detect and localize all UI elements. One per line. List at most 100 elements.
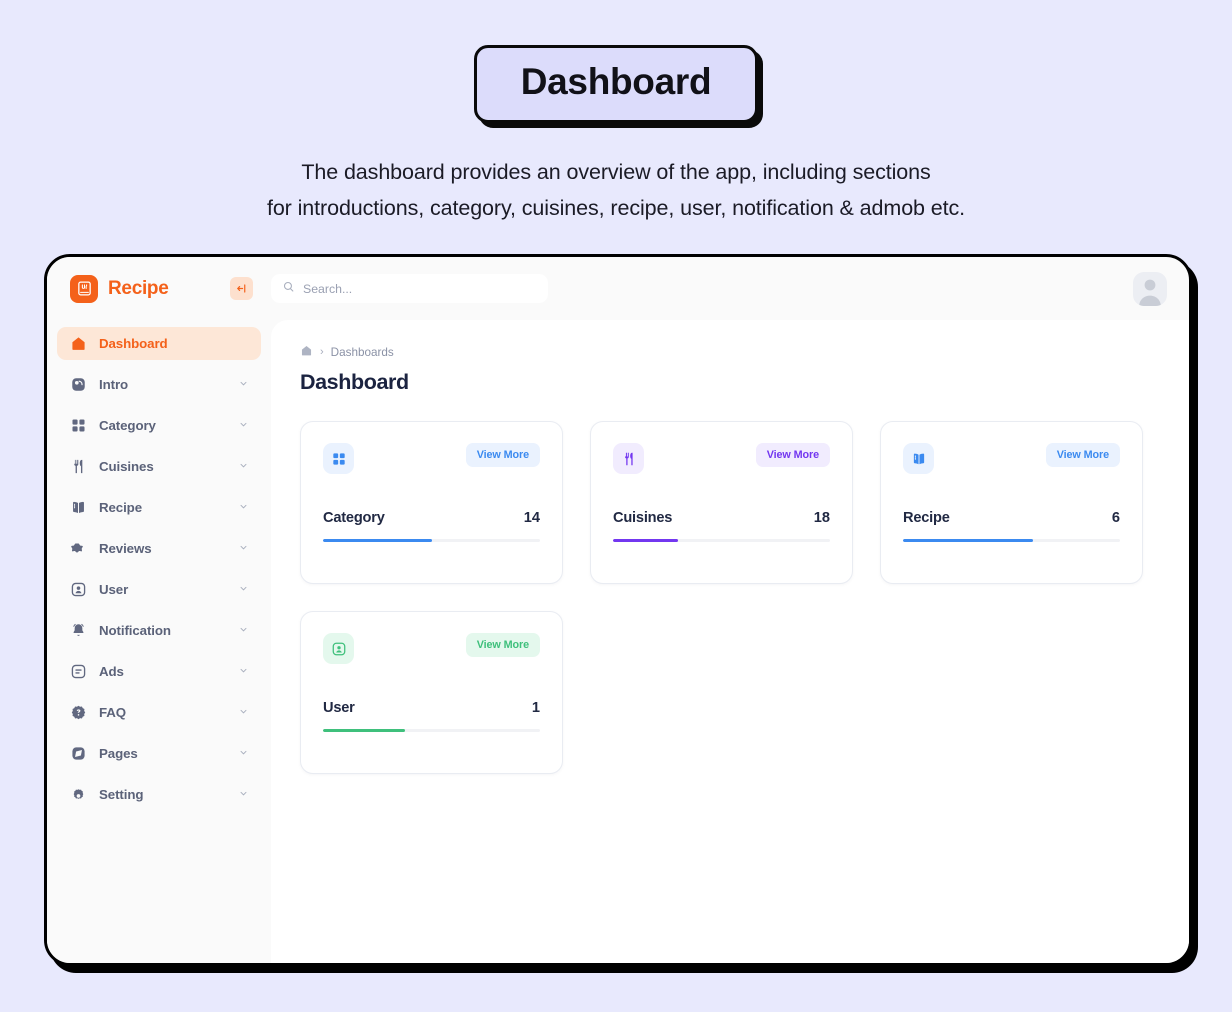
chevron-down-icon [240,422,247,427]
sidebar-item-label: Recipe [99,500,143,515]
chevron-down-icon[interactable] [238,664,249,679]
breadcrumb-current[interactable]: Dashboards [331,346,394,359]
chevron-down-icon[interactable] [238,623,249,638]
chevron-down-icon[interactable] [238,418,249,433]
chevron-down-icon[interactable] [238,459,249,474]
stat-card-progress-track [613,539,830,543]
page-title-badge: Dashboard [473,45,759,123]
sidebar-item-label: Setting [99,787,144,802]
sidebar-nav: Dashboard Intro Category Cuisines Recipe Revi… [57,327,261,819]
chevron-down-icon[interactable] [238,377,249,392]
stat-card-label: Cuisines [613,510,673,526]
sidebar-item-intro[interactable]: Intro [57,368,261,401]
chevron-down-icon [240,627,247,632]
sidebar-item-label: User [99,582,129,597]
stat-card-grid: View More Category 14 View More Cuisines 18 Vi… [300,421,1167,774]
sidebar-item-label: Ads [99,664,124,679]
sidebar-brand[interactable]: Recipe [57,257,261,320]
stat-card-row: Recipe 6 [903,510,1120,526]
search-icon [282,280,295,298]
sidebar-item-label: Cuisines [99,459,154,474]
page-subtitle: The dashboard provides an overview of th… [0,154,1232,226]
user-card-icon [323,633,354,664]
cutlery-icon [74,459,83,474]
sidebar-item-label: Intro [99,377,129,392]
gear-icon [70,786,87,803]
chevron-down-icon [240,791,247,796]
sidebar-item-category[interactable]: Category [57,409,261,442]
sidebar-item-notification[interactable]: Notification [57,614,261,647]
stat-card-header: View More [323,633,540,664]
chevron-down-icon[interactable] [238,705,249,720]
stat-card-user: View More User 1 [300,611,563,774]
stat-card-category: View More Category 14 [300,421,563,584]
user-icon [71,582,86,597]
cutlery-icon [624,452,633,465]
chevron-down-icon [240,381,247,386]
sidebar-item-label: FAQ [99,705,127,720]
sidebar-item-cuisines[interactable]: Cuisines [57,450,261,483]
stat-card-label: User [323,700,355,716]
stat-card-row: Cuisines 18 [613,510,830,526]
ads-icon [70,663,87,680]
stat-card-value: 6 [1111,510,1120,526]
stat-card-row: User 1 [323,700,540,716]
stat-card-header: View More [903,443,1120,474]
stat-card-cuisines: View More Cuisines 18 [590,421,853,584]
sidebar-item-pages[interactable]: Pages [57,737,261,770]
page-header: Dashboard [0,0,1232,123]
home-icon[interactable] [300,344,313,360]
chevron-down-icon[interactable] [238,582,249,597]
star-icon [71,543,83,553]
recipe-book-icon [70,274,98,303]
stat-card-progress-track [323,539,540,543]
chevron-down-icon [240,668,247,673]
grid-icon [72,419,85,432]
view-more-button[interactable]: View More [1045,443,1120,467]
stat-card-progress-fill [323,539,432,543]
sidebar-item-recipe[interactable]: Recipe [57,491,261,524]
view-more-button[interactable]: View More [465,633,540,657]
sidebar-item-reviews[interactable]: Reviews [57,532,261,565]
book-icon [913,453,924,464]
sidebar-item-setting[interactable]: Setting [57,778,261,811]
sidebar-item-label: Notification [99,623,171,638]
view-more-button[interactable]: View More [755,443,830,467]
stat-card-label: Category [323,510,385,526]
sidebar-item-faq[interactable]: FAQ [57,696,261,729]
chevron-down-icon [240,586,247,591]
sidebar-collapse-icon[interactable] [230,277,253,300]
pages-icon [70,745,87,762]
pages-icon [72,747,85,760]
user-avatar-icon [1139,279,1161,306]
chevron-down-icon[interactable] [238,541,249,556]
avatar[interactable] [1133,271,1167,306]
breadcrumb: › Dashboards [300,344,1167,360]
search-input[interactable]: Search... [271,274,548,303]
chevron-down-icon [240,463,247,468]
home-icon [70,335,87,352]
stat-card-label: Recipe [903,510,950,526]
view-more-button[interactable]: View More [465,443,540,467]
cutlery-icon [613,443,644,474]
sidebar-item-label: Reviews [99,541,152,556]
stat-card-value: 1 [531,700,540,716]
stat-card-row: Category 14 [323,510,540,526]
sidebar-item-ads[interactable]: Ads [57,655,261,688]
gear-icon [73,789,84,799]
book-icon [70,499,87,516]
chevron-down-icon [240,709,247,714]
question-badge-icon [71,705,86,720]
sidebar-item-user[interactable]: User [57,573,261,606]
page-subtitle-line-1: The dashboard provides an overview of th… [301,159,931,184]
sidebar-item-label: Dashboard [99,336,168,351]
stat-card-progress-track [323,729,540,733]
book-icon [73,501,84,514]
stat-card-recipe: View More Recipe 6 [880,421,1143,584]
sidebar-item-dashboard[interactable]: Dashboard [57,327,261,360]
chevron-down-icon[interactable] [238,787,249,802]
chevron-down-icon[interactable] [238,500,249,515]
chevron-down-icon[interactable] [238,746,249,761]
stat-card-progress-fill [613,539,679,543]
stat-card-progress-track [903,539,1120,543]
